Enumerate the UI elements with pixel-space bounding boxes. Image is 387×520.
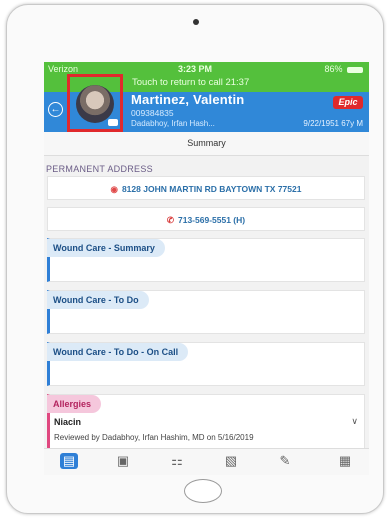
phone-icon: ✆ — [166, 215, 174, 225]
clock: 3:23 PM — [178, 64, 213, 74]
home-button[interactable] — [184, 479, 222, 503]
expand-chevron-icon[interactable]: ∨ — [351, 416, 358, 427]
map-pin-icon: ◉ — [110, 184, 118, 194]
avatar — [76, 85, 114, 123]
patient-pcp: Dadabhoy, Irfan Hash... — [131, 119, 215, 128]
card-title: Wound Care - To Do — [47, 291, 149, 309]
address-line: 8128 JOHN MARTIN RD BAYTOWN TX 77521 — [121, 184, 302, 194]
write-note-icon[interactable]: ✎ — [276, 453, 294, 469]
patient-name: Martinez, Valentin — [131, 92, 245, 107]
allergy-name: Niacin — [54, 417, 82, 427]
battery-status: 86% — [324, 64, 363, 74]
carrier-label: Verizon — [48, 64, 79, 74]
card-title: Wound Care - Summary — [47, 239, 165, 257]
patient-mrn: 009384835 — [131, 108, 174, 118]
camera-badge-icon — [108, 119, 118, 126]
tab-summary[interactable]: Summary — [44, 132, 369, 155]
address-section-label: PERMANENT ADDRESS — [46, 164, 153, 174]
patient-dob-age: 9/22/1951 67y M — [303, 119, 363, 128]
notes-icon[interactable]: ▧ — [222, 453, 240, 469]
activity-bar: ▤ ▣ ⚏ ▧ ✎ ▦ — [44, 448, 369, 475]
patient-photo[interactable] — [67, 74, 123, 132]
summary-content[interactable]: PERMANENT ADDRESS ◉ 8128 JOHN MARTIN RD B… — [44, 156, 369, 448]
epic-logo: Epic — [333, 96, 363, 109]
allergies-card[interactable]: Allergies Niacin ∨ Reviewed by Dadabhoy,… — [47, 394, 365, 448]
chart-review-icon[interactable]: ▣ — [114, 453, 132, 469]
wound-care-todo-oncall-card[interactable]: Wound Care - To Do - On Call — [47, 342, 365, 386]
card-title: Wound Care - To Do - On Call — [47, 343, 189, 361]
phone-number: 713-569-5551 (H) — [178, 215, 246, 225]
patient-header: ← Martinez, Valentin 009384835 Dadabhoy,… — [44, 74, 369, 132]
app-screen: Verizon 3:23 PM 86% Touch to return to c… — [44, 62, 369, 475]
return-to-call-banner[interactable]: Touch to return to call 21:37 — [132, 77, 249, 88]
wound-care-summary-card[interactable]: Wound Care - Summary — [47, 238, 365, 282]
phone-card[interactable]: ✆ 713-569-5551 (H) — [47, 207, 365, 231]
summary-icon[interactable]: ▤ — [60, 453, 78, 469]
back-icon[interactable]: ← — [48, 102, 63, 117]
care-team-icon[interactable]: ⚏ — [168, 453, 186, 469]
tablet-frame: Verizon 3:23 PM 86% Touch to return to c… — [6, 4, 384, 514]
battery-percent: 86% — [324, 64, 343, 74]
battery-icon — [347, 66, 363, 73]
allergies-title: Allergies — [47, 395, 102, 413]
address-card[interactable]: ◉ 8128 JOHN MARTIN RD BAYTOWN TX 77521 — [47, 176, 365, 200]
allergy-reviewed: Reviewed by Dadabhoy, Irfan Hashim, MD o… — [54, 433, 254, 442]
camera-icon — [193, 19, 199, 25]
tab-bar: Summary — [44, 132, 369, 156]
media-icon[interactable]: ▦ — [336, 453, 354, 469]
wound-care-todo-card[interactable]: Wound Care - To Do — [47, 290, 365, 334]
